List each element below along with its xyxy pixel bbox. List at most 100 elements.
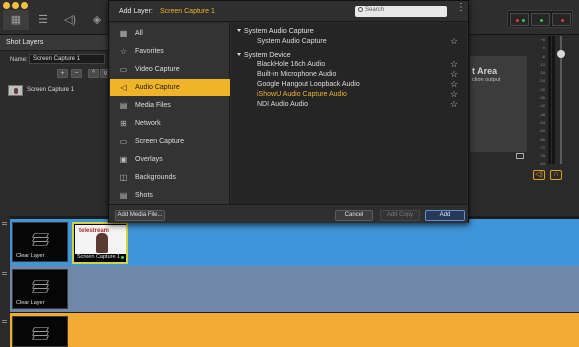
- status-segment: [531, 13, 550, 26]
- meter-tick-label: -42: [539, 103, 545, 109]
- category-label: Backgrounds: [135, 174, 176, 181]
- preview-title: t Area: [472, 66, 498, 76]
- move-up-button[interactable]: ^: [88, 69, 99, 78]
- track-row[interactable]: Clear Layer: [10, 266, 579, 312]
- shots-timeline: Clear Layer telestream Screen Capture 1 …: [0, 216, 579, 347]
- add-layer-button[interactable]: +: [57, 69, 68, 78]
- category-label: Network: [135, 120, 161, 127]
- source-item[interactable]: Built-in Microphone Audio: [257, 71, 336, 78]
- window-close-icon[interactable]: [3, 2, 10, 9]
- source-item[interactable]: NDI Audio Audio: [257, 101, 308, 108]
- group-header[interactable]: System Audio Capture: [237, 28, 314, 35]
- dialog-source-name: Screen Capture 1: [160, 8, 215, 15]
- backgrounds-icon: ◫: [119, 173, 128, 182]
- film-icon: ▤: [119, 101, 128, 110]
- meter-tick-label: -36: [539, 95, 545, 101]
- source-item-highlighted[interactable]: iShowU Audio Capture Audio: [257, 91, 347, 98]
- meter-tick-label: -54: [539, 119, 545, 125]
- category-label: Screen Capture: [135, 138, 185, 145]
- category-media-files[interactable]: ▤ Media Files: [110, 97, 230, 114]
- track-handle[interactable]: [0, 216, 10, 266]
- category-screen-capture[interactable]: ▭ Screen Capture: [110, 133, 230, 150]
- headphones-icon[interactable]: ∩: [550, 170, 562, 180]
- meter-tick-label: -24: [539, 78, 545, 84]
- star-icon: ☆: [119, 47, 128, 56]
- meter-tick-label: -6: [541, 53, 545, 59]
- category-overlays[interactable]: ▣ Overlays: [110, 151, 230, 168]
- category-label: All: [135, 30, 143, 37]
- preview-subtitle: ction output: [472, 77, 501, 83]
- category-backgrounds[interactable]: ◫ Backgrounds: [110, 169, 230, 186]
- sliders-icon[interactable]: ☰: [30, 10, 56, 30]
- remove-layer-button[interactable]: −: [71, 69, 82, 78]
- speaker-icon[interactable]: ◁): [533, 170, 545, 180]
- category-label: Audio Capture: [135, 84, 180, 91]
- group-label: System Device: [244, 52, 291, 59]
- shot-label: Clear Layer: [16, 300, 45, 306]
- favorite-star-icon[interactable]: ☆: [450, 37, 460, 47]
- window-minimize-icon[interactable]: [12, 2, 19, 9]
- category-label: Overlays: [135, 156, 163, 163]
- category-network[interactable]: ⊞ Network: [110, 115, 230, 132]
- clear-layer-icon: [32, 326, 49, 340]
- category-video-capture[interactable]: ▭ Video Capture: [110, 61, 230, 78]
- name-label: Name:: [10, 57, 28, 63]
- live-indicator: [121, 256, 124, 259]
- meter-tick-label: -18: [539, 70, 545, 76]
- search-input[interactable]: Search: [355, 6, 447, 17]
- track-handle[interactable]: [0, 266, 10, 314]
- clear-layer-icon: [32, 279, 49, 293]
- track-row[interactable]: Clear Layer telestream Screen Capture 1: [10, 219, 579, 266]
- source-item[interactable]: Google Hangout Loopback Audio: [257, 81, 360, 88]
- window-zoom-icon[interactable]: [21, 2, 28, 9]
- audio-icon[interactable]: ◁): [57, 10, 83, 30]
- shots-icon: ▤: [119, 191, 128, 200]
- meter-tick-label: -78: [539, 153, 545, 159]
- meter-tick-label: -72: [539, 144, 545, 150]
- source-item[interactable]: System Audio Capture: [257, 38, 327, 45]
- group-header[interactable]: System Device: [237, 52, 291, 59]
- add-media-file-button[interactable]: Add Media File...: [115, 210, 165, 221]
- category-shots[interactable]: ▤ Shots: [110, 187, 230, 204]
- status-segment: [552, 13, 571, 26]
- category-favorites[interactable]: ☆ Favorites: [110, 43, 230, 60]
- shot-label: Clear Layer: [16, 253, 45, 259]
- layers-icon[interactable]: ▦: [3, 10, 29, 30]
- meter-tick-label: -12: [539, 61, 545, 67]
- speaker-icon: ◁: [120, 83, 127, 92]
- dialog-title: Add Layer:: [119, 8, 153, 15]
- name-field[interactable]: Screen Capture 1: [29, 54, 105, 64]
- add-button[interactable]: Add: [425, 210, 465, 221]
- add-layer-dialog: Add Layer: Screen Capture 1 Search ⋮ ▦ Al…: [108, 0, 469, 223]
- panel-title: Shot Layers: [0, 35, 108, 51]
- shot-cell[interactable]: [12, 316, 68, 347]
- shot-cell[interactable]: Clear Layer: [12, 269, 68, 309]
- layer-thumbnail: [8, 85, 23, 96]
- shield-icon[interactable]: ◈: [84, 10, 110, 30]
- grid-icon: ▦: [119, 29, 128, 38]
- clear-layer-icon: [32, 232, 49, 246]
- category-audio-capture[interactable]: ◁ Audio Capture: [110, 79, 230, 96]
- track-row[interactable]: [10, 313, 579, 347]
- preview-area: t Area ction output: [470, 56, 527, 152]
- shot-cell[interactable]: Clear Layer: [12, 222, 68, 262]
- audio-meter: +6 0 -6 -12 -18 -24 -30 -36 -42 -48 -54 -60 -66 -72 -7…: [535, 36, 575, 168]
- source-item[interactable]: BlackHole 16ch Audio: [257, 61, 325, 68]
- monitor-icon[interactable]: [516, 153, 524, 159]
- dialog-header: Add Layer: Screen Capture 1 Search ⋮: [109, 1, 468, 22]
- meter-tick-label: -84: [539, 161, 545, 167]
- thumb-person: [96, 233, 108, 253]
- shot-cell-selected[interactable]: telestream Screen Capture 1: [72, 222, 128, 264]
- volume-fader[interactable]: [557, 50, 565, 58]
- more-options-icon[interactable]: ⋮: [456, 3, 466, 18]
- add-copy-button[interactable]: Add Copy: [380, 210, 420, 221]
- cancel-button[interactable]: Cancel: [335, 210, 373, 221]
- meter-tick-label: 0: [542, 45, 545, 51]
- category-label: Shots: [135, 192, 153, 199]
- favorite-star-icon[interactable]: ☆: [450, 100, 460, 110]
- meter-bar-left: [548, 36, 551, 164]
- track-handle[interactable]: [0, 314, 10, 347]
- meter-scale: +6 0 -6 -12 -18 -24 -30 -36 -42 -48 -54 -60 -66 -72 -7…: [535, 36, 545, 168]
- category-all[interactable]: ▦ All: [110, 25, 230, 42]
- layer-row[interactable]: Screen Capture 1: [6, 84, 106, 98]
